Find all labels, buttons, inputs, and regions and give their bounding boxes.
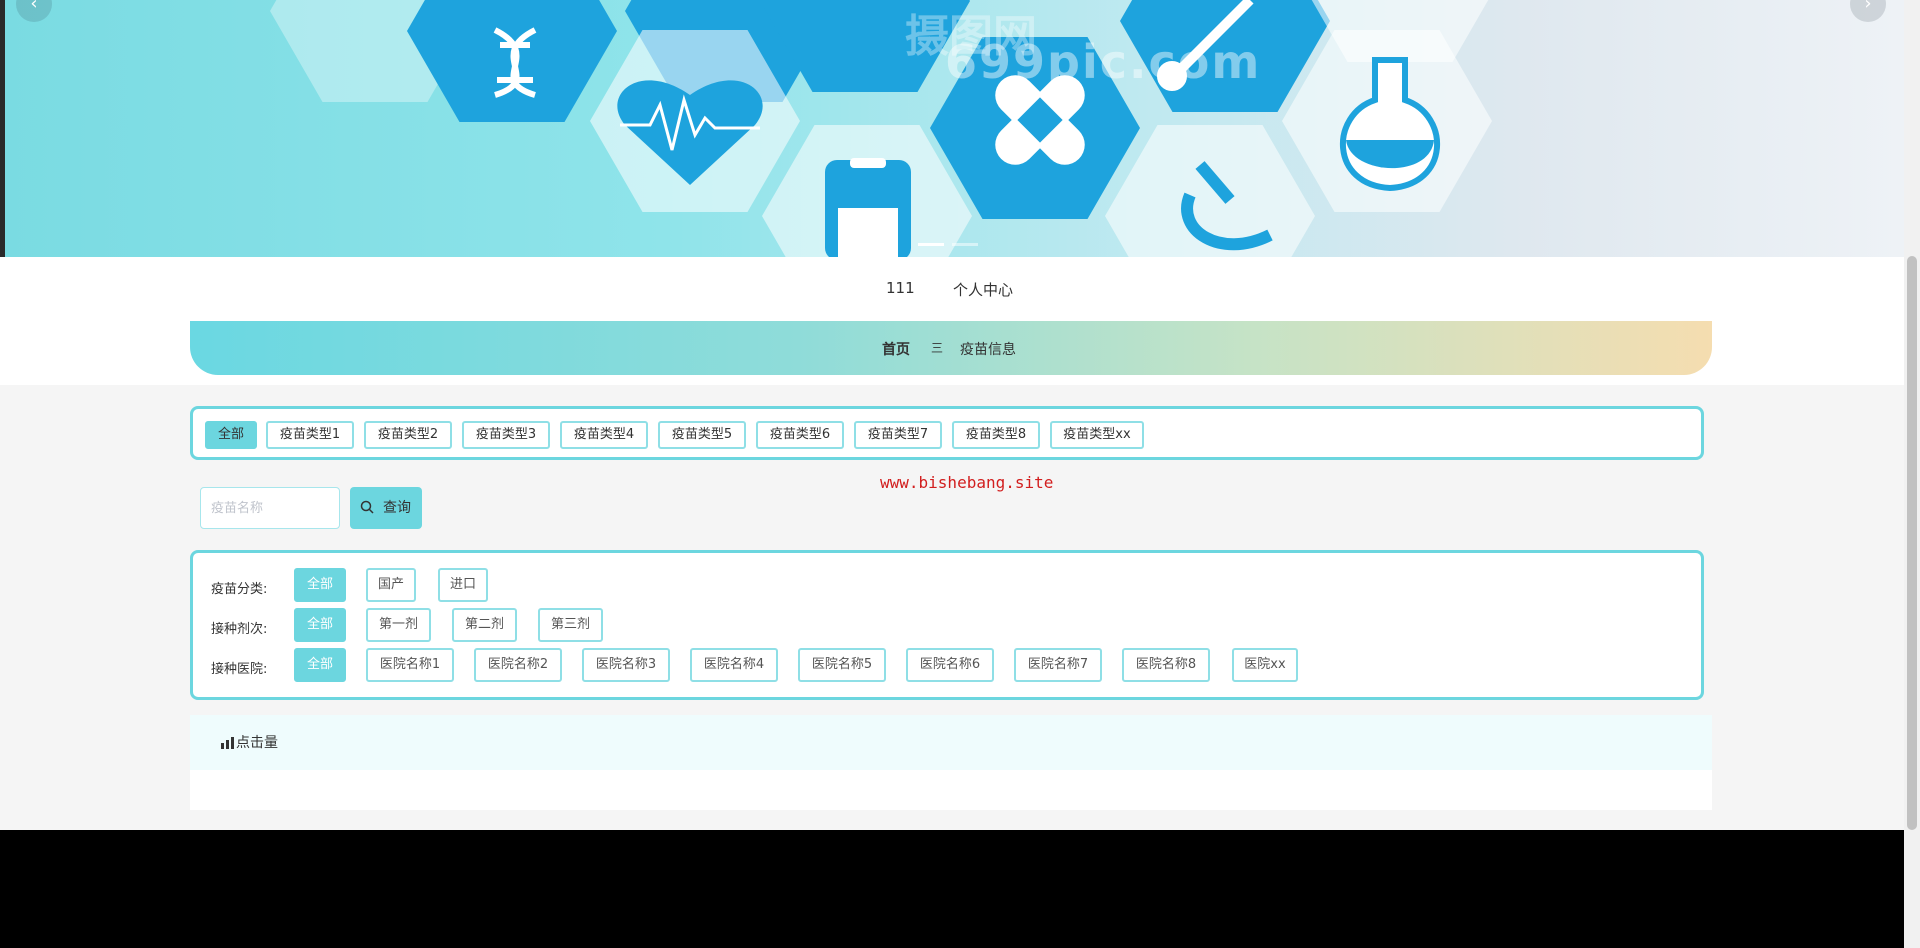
vaccine-category-label: 疫苗分类:: [211, 582, 268, 597]
filter-panel: 疫苗分类: 全部 国产 进口 接种剂次: 全部 第一剂 第二剂 第三剂 接种医院…: [190, 550, 1704, 700]
breadcrumb-home[interactable]: 首页: [882, 339, 910, 359]
page-scrollbar[interactable]: [1904, 0, 1920, 948]
filter-category-imported[interactable]: 进口: [438, 568, 488, 602]
filter-category-all[interactable]: 全部: [294, 568, 346, 602]
scrollbar-thumb[interactable]: [1907, 256, 1917, 830]
filter-hospital-option[interactable]: 医院名称2: [474, 648, 562, 682]
carousel-indicator[interactable]: [918, 243, 944, 246]
tab-all[interactable]: 全部: [205, 421, 257, 449]
tab-vaccine-type[interactable]: 疫苗类型1: [266, 421, 354, 449]
tab-vaccine-type[interactable]: 疫苗类型7: [854, 421, 942, 449]
dose-label: 接种剂次:: [211, 622, 268, 637]
tab-vaccine-type[interactable]: 疫苗类型xx: [1050, 421, 1144, 449]
tab-vaccine-type[interactable]: 疫苗类型6: [756, 421, 844, 449]
site-watermark: www.bishebang.site: [880, 473, 1054, 492]
search-icon: [360, 500, 374, 514]
vaccine-name-search-input[interactable]: [200, 487, 340, 529]
filter-category-domestic[interactable]: 国产: [366, 568, 416, 602]
hospital-label: 接种医院:: [211, 662, 268, 677]
breadcrumb-current: 疫苗信息: [960, 342, 1016, 358]
filter-dose-first[interactable]: 第一剂: [366, 608, 431, 642]
flask-icon: [1340, 57, 1440, 192]
filter-hospital-all[interactable]: 全部: [294, 648, 346, 682]
filter-hospital-option[interactable]: 医院名称6: [906, 648, 994, 682]
filter-hospital-option[interactable]: 医院xx: [1232, 648, 1298, 682]
bar-chart-icon: [221, 737, 234, 749]
filter-dose-third[interactable]: 第三剂: [538, 608, 603, 642]
microscope-icon: [1181, 161, 1273, 251]
username-link[interactable]: 111: [886, 279, 915, 297]
breadcrumb: 首页 三 疫苗信息: [190, 321, 1712, 375]
vaccine-list: [190, 770, 1712, 810]
filter-dose-second[interactable]: 第二剂: [452, 608, 517, 642]
tab-vaccine-type[interactable]: 疫苗类型4: [560, 421, 648, 449]
filter-hospital-option[interactable]: 医院名称8: [1122, 648, 1210, 682]
filter-dose-all[interactable]: 全部: [294, 608, 346, 642]
tab-vaccine-type[interactable]: 疫苗类型3: [462, 421, 550, 449]
filter-hospital-option[interactable]: 医院名称3: [582, 648, 670, 682]
tab-vaccine-type[interactable]: 疫苗类型8: [952, 421, 1040, 449]
sort-by-clicks-button[interactable]: 点击量: [236, 732, 278, 752]
vaccine-type-tabs: 全部 疫苗类型1 疫苗类型2 疫苗类型3 疫苗类型4 疫苗类型5 疫苗类型6 疫…: [190, 406, 1704, 460]
banner-carousel: 摄图网 699pic.com ‹ ›: [0, 0, 1904, 257]
filter-hospital-option[interactable]: 医院名称5: [798, 648, 886, 682]
carousel-indicator[interactable]: [952, 243, 978, 246]
banner-watermark-url: 699pic.com: [945, 35, 1262, 89]
heart-icon: [617, 80, 763, 185]
search-button-label: 查询: [383, 500, 411, 516]
personal-center-link[interactable]: 个人中心: [953, 279, 1013, 300]
tab-vaccine-type[interactable]: 疫苗类型5: [658, 421, 746, 449]
filter-hospital-option[interactable]: 医院名称4: [690, 648, 778, 682]
page: 摄图网 699pic.com ‹ › 111 个人中心 首页 三 疫苗信息 全部…: [0, 0, 1904, 830]
filter-hospital-option[interactable]: 医院名称1: [366, 648, 454, 682]
tab-vaccine-type[interactable]: 疫苗类型2: [364, 421, 452, 449]
user-bar: 111 个人中心: [0, 257, 1904, 321]
breadcrumb-separator: 三: [931, 341, 944, 355]
dna-icon: [493, 27, 537, 98]
filter-hospital-option[interactable]: 医院名称7: [1014, 648, 1102, 682]
clipboard-icon: [825, 158, 911, 257]
sort-bar: 点击量: [190, 715, 1712, 770]
search-button[interactable]: 查询: [350, 487, 422, 529]
